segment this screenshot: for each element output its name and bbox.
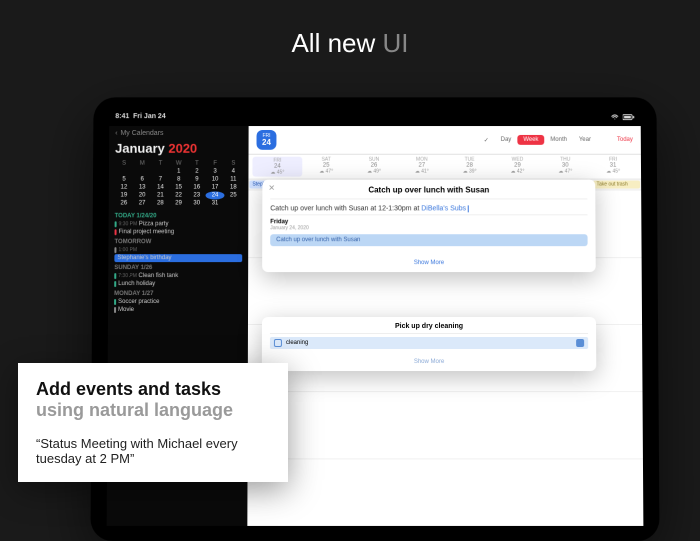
agenda-today-header: TODAY 1/24/20 (115, 213, 243, 219)
agenda-mon-header: MONDAY 1/27 (114, 291, 242, 297)
checkbox-done-icon[interactable] (576, 339, 584, 347)
preview-event-chip[interactable]: Catch up over lunch with Susan (270, 234, 587, 246)
agenda-sun-header: SUNDAY 1/26 (114, 265, 242, 271)
today-button[interactable]: Today (617, 137, 633, 143)
task-popup-title: Pick up dry cleaning (270, 323, 588, 334)
close-icon[interactable]: ✕ (268, 184, 275, 193)
week-day[interactable]: SUN26☁ 49° (350, 157, 398, 177)
agenda: TODAY 1/24/20 9:30 PM Pizza party Final … (114, 213, 242, 314)
week-day[interactable]: FRI24☁ 45° (252, 157, 302, 177)
battery-icon (623, 114, 635, 120)
today-pill[interactable]: FRI 24 (256, 130, 276, 150)
show-more-button[interactable]: Show More (270, 359, 588, 365)
agenda-item[interactable]: Stephanie's birthday (114, 254, 242, 262)
seg-year[interactable]: Year (573, 135, 597, 145)
week-day[interactable]: MON27☁ 41° (398, 157, 446, 177)
statusbar: 8:41 Fri Jan 24 (109, 111, 640, 126)
seg-week[interactable]: Week (517, 135, 544, 145)
month-title: January 2020 (115, 141, 243, 156)
promo-card: Add events and tasks using natural langu… (18, 363, 288, 482)
wifi-icon (611, 114, 619, 120)
week-day[interactable]: WED29☁ 42° (494, 157, 542, 177)
popup-title: Catch up over lunch with Susan (270, 186, 587, 200)
week-day[interactable]: THU30☁ 47° (541, 157, 589, 177)
agenda-item[interactable]: 9:30 PM Pizza party (115, 220, 243, 228)
task-popup: Pick up dry cleaning cleaning Show More (262, 317, 596, 371)
check-icon[interactable]: ✓ (478, 134, 495, 145)
statusbar-time: 8:41 (115, 113, 129, 120)
statusbar-date: Fri Jan 24 (133, 113, 166, 120)
agenda-item[interactable]: Movie (114, 306, 242, 314)
week-header: FRI24☁ 45°SAT25☁ 47°SUN26☁ 49°MON27☁ 41°… (248, 155, 641, 180)
agenda-item[interactable]: Final project meeting (115, 228, 243, 236)
seg-month[interactable]: Month (544, 135, 573, 145)
mini-calendar[interactable]: SMTWTFS 12345678910111213141516171819202… (115, 160, 243, 208)
agenda-tomorrow-header: TOMORROW (114, 239, 242, 245)
show-more-button[interactable]: Show More (270, 260, 588, 266)
task-row[interactable]: cleaning (270, 337, 588, 349)
natural-language-input[interactable]: Catch up over lunch with Susan at 12-1:3… (270, 203, 587, 215)
topbar: FRI 24 ✓ Day Week Month Year Today (249, 126, 641, 155)
promo-quote: “Status Meeting with Michael every tuesd… (36, 436, 270, 466)
agenda-item[interactable]: 1:00 PM (114, 246, 242, 254)
allday-chip[interactable]: Take out trash (594, 181, 641, 189)
popup-preview: Friday January 24, 2020 Catch up over lu… (270, 219, 587, 246)
hero-title: All new UI (0, 0, 700, 59)
week-day[interactable]: FRI31☁ 45° (589, 157, 637, 177)
main-panel: FRI 24 ✓ Day Week Month Year Today FRI24… (247, 126, 643, 526)
agenda-item[interactable]: Lunch holiday (114, 280, 242, 288)
promo-heading: Add events and tasks using natural langu… (36, 379, 270, 422)
checkbox-icon[interactable] (274, 339, 282, 347)
week-day[interactable]: SAT25☁ 47° (302, 157, 350, 177)
agenda-item[interactable]: Soccer practice (114, 298, 242, 306)
chevron-left-icon: ‹ (115, 130, 117, 137)
agenda-item[interactable]: 7:30 PM Clean fish tank (114, 272, 242, 280)
sidebar-header[interactable]: ‹ My Calendars (115, 130, 242, 137)
week-day[interactable]: TUE28☁ 39° (446, 157, 494, 177)
event-popup: ✕ Catch up over lunch with Susan Catch u… (262, 180, 596, 273)
seg-day[interactable]: Day (495, 135, 518, 145)
